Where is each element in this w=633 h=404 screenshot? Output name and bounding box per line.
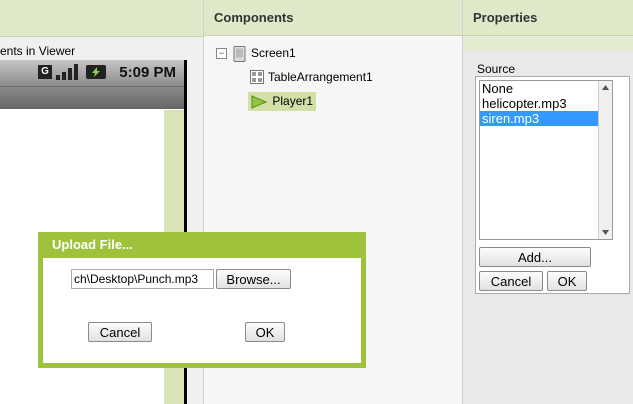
source-listbox[interactable]: None helicopter.mp3 siren.mp3	[479, 80, 613, 240]
source-label: Source	[477, 62, 516, 76]
clock: 5:09 PM	[119, 64, 176, 81]
source-option-none[interactable]: None	[480, 81, 612, 96]
properties-header: Properties	[463, 0, 633, 36]
player1-label: Player1	[272, 94, 314, 108]
dialog-title: Upload File...	[52, 237, 133, 252]
source-option-helicopter[interactable]: helicopter.mp3	[480, 96, 612, 111]
dialog-cancel-button[interactable]: Cancel	[88, 322, 152, 342]
tree-item-player1[interactable]: Player1	[248, 92, 317, 111]
dialog-ok-button[interactable]: OK	[245, 322, 285, 342]
file-path-value: ch\Desktop\Punch.mp3	[74, 272, 199, 286]
dialog-body: ch\Desktop\Punch.mp3 Browse... Cancel OK	[43, 258, 361, 363]
g-network-icon: G	[38, 65, 52, 79]
viewer-hint: ents in Viewer	[0, 44, 76, 58]
table-arrangement-icon	[250, 70, 264, 84]
tree-item-screen1[interactable]: − Screen1	[216, 46, 296, 62]
phone-title-bar	[0, 87, 184, 109]
upload-file-dialog: Upload File... ch\Desktop\Punch.mp3 Brow…	[38, 232, 366, 368]
screen-icon	[233, 46, 247, 62]
battery-icon	[86, 65, 106, 79]
source-picker: None helicopter.mp3 siren.mp3 Add... Can…	[475, 76, 630, 294]
source-option-siren[interactable]: siren.mp3	[480, 111, 612, 126]
tree-label: Screen1	[251, 46, 296, 60]
listbox-scrollbar[interactable]	[598, 81, 612, 239]
collapse-toggle-icon[interactable]: −	[216, 47, 227, 59]
tree-label-selected: Player1	[248, 92, 317, 111]
signal-icon	[56, 64, 78, 80]
properties-cancel-button[interactable]: Cancel	[479, 271, 543, 291]
viewer-header	[0, 0, 203, 37]
properties-panel: Properties Source None helicopter.mp3 si…	[462, 0, 633, 404]
components-header: Components	[204, 0, 463, 36]
add-source-button[interactable]: Add...	[479, 247, 591, 267]
tree-label: TableArrangement1	[268, 70, 373, 84]
player-icon	[251, 95, 268, 109]
phone-status-bar: G 5:09 PM	[0, 60, 184, 87]
properties-subbar	[463, 37, 633, 51]
properties-ok-button[interactable]: OK	[547, 271, 587, 291]
tree-item-tablearrangement1[interactable]: TableArrangement1	[250, 70, 373, 84]
file-path-input[interactable]: ch\Desktop\Punch.mp3	[71, 269, 214, 289]
browse-button[interactable]: Browse...	[216, 269, 291, 289]
